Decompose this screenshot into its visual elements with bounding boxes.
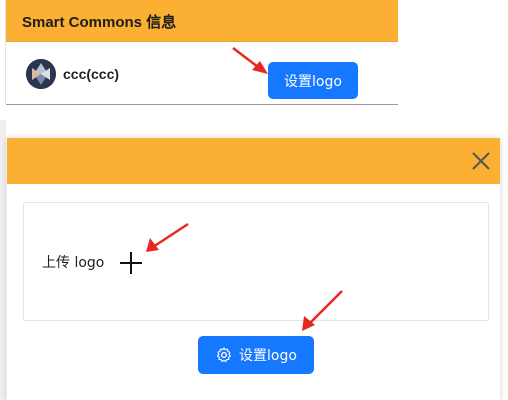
user-name: ccc(ccc): [63, 66, 120, 82]
avatar-logo-icon: [26, 59, 56, 89]
info-title: Smart Commons 信息: [22, 14, 177, 31]
set-logo-modal: 上传 logo 设置logo: [7, 138, 500, 400]
set-logo-button[interactable]: 设置logo: [198, 336, 314, 374]
gear-icon: [216, 347, 231, 363]
avatar: [26, 59, 56, 89]
modal-header: [7, 138, 500, 184]
info-header: Smart Commons 信息: [6, 0, 398, 42]
upload-label: 上传 logo: [42, 255, 105, 271]
close-icon[interactable]: [470, 150, 492, 172]
info-row: ccc(ccc) 设置logo: [6, 42, 398, 105]
info-panel: Smart Commons 信息 ccc(ccc) 设置logo: [5, 0, 398, 105]
plus-icon[interactable]: [119, 251, 143, 275]
upload-area: 上传 logo: [23, 202, 489, 321]
set-logo-button-top[interactable]: 设置logo: [268, 62, 358, 99]
page-gap-strip: [0, 120, 6, 400]
set-logo-button-label: 设置logo: [239, 348, 297, 364]
